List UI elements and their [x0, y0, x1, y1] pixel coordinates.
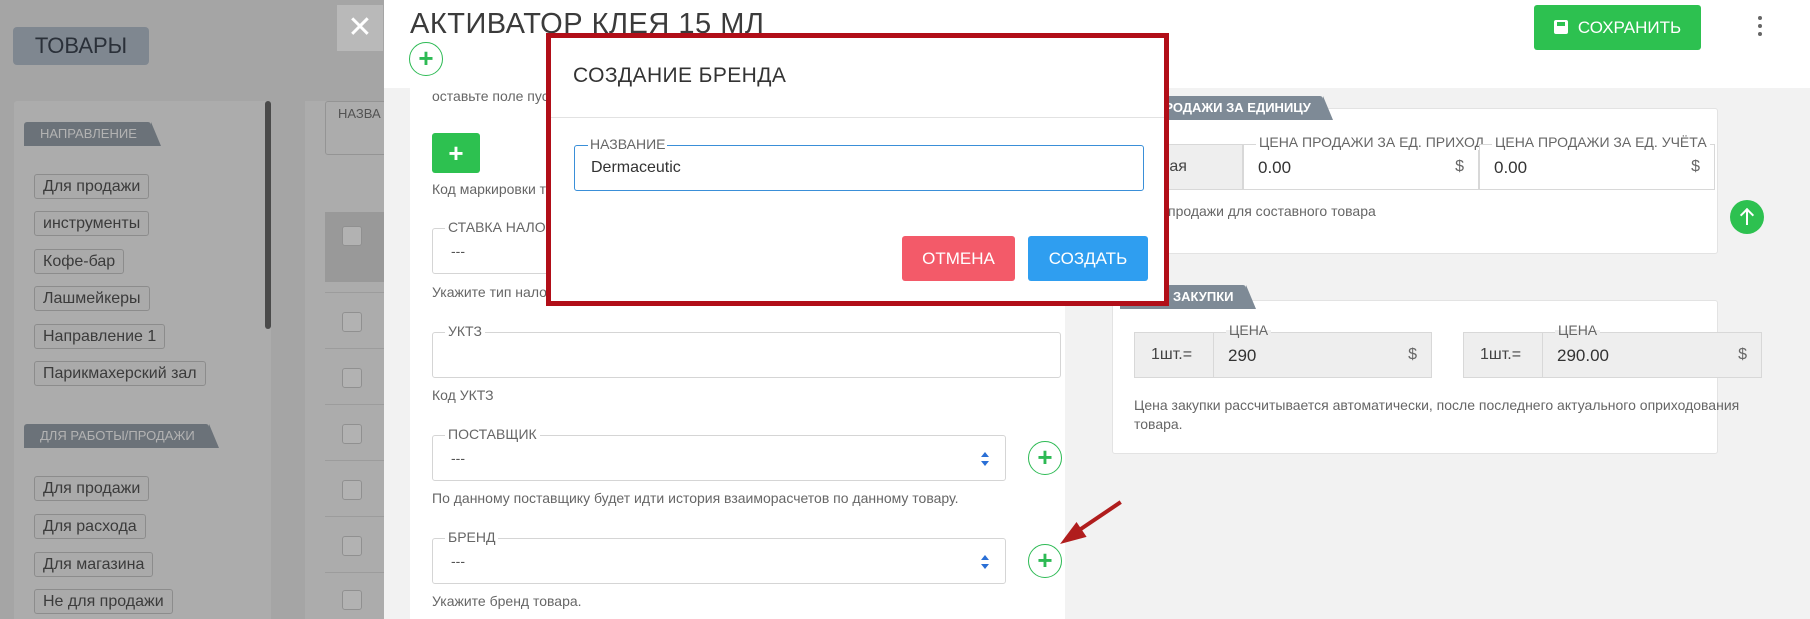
brand-name-value: Dermaceutic	[591, 159, 681, 176]
sale-price-accounting-label: ЦЕНА ПРОДАЖИ ЗА ЕД. УЧЁТА	[1492, 134, 1710, 150]
brand-label: БРЕНД	[445, 529, 499, 545]
sale-price-accounting-input[interactable]: ЦЕНА ПРОДАЖИ ЗА ЕД. УЧЁТА 0.00 $	[1479, 134, 1715, 190]
supplier-hint: По данному поставщику будет идти история…	[432, 490, 959, 506]
sale-price-accounting-value: 0.00	[1494, 158, 1528, 177]
dollar-icon: $	[1738, 346, 1747, 363]
brand-hint: Укажите бренд товара.	[432, 593, 582, 609]
close-icon[interactable]: ✕	[337, 5, 383, 51]
brand-select[interactable]: БРЕНД ---	[432, 529, 1006, 584]
purchase-price-accounting-input[interactable]: ЦЕНА 290.00 $	[1542, 322, 1762, 378]
sale-price-incoming-label: ЦЕНА ПРОДАЖИ ЗА ЕД. ПРИХОД	[1256, 134, 1488, 150]
unit-prefix: 1шт.=	[1463, 332, 1543, 378]
more-vertical-icon[interactable]	[1750, 14, 1770, 38]
purchase-price-hint-line1: Цена закупки рассчитывается автоматическ…	[1134, 397, 1740, 413]
cancel-button[interactable]: ОТМЕНА	[902, 236, 1015, 281]
tax-rate-label: СТАВКА НАЛОГ	[445, 219, 557, 235]
supplier-value: ---	[451, 450, 465, 466]
dollar-icon: $	[1455, 158, 1464, 175]
dollar-icon: $	[1691, 158, 1700, 175]
unit-prefix: 1шт.=	[1134, 332, 1214, 378]
purchase-price-input[interactable]: ЦЕНА 290 $	[1213, 322, 1432, 378]
tax-rate-hint: Укажите тип налог	[432, 284, 553, 300]
tax-rate-value: ---	[451, 243, 465, 259]
backdrop-overlay	[0, 0, 384, 619]
add-supplier-plus-icon[interactable]: +	[1028, 441, 1062, 475]
create-button[interactable]: СОЗДАТЬ	[1028, 236, 1148, 281]
purchase-price-value: 290	[1228, 346, 1257, 365]
create-brand-modal: СОЗДАНИЕ БРЕНДА НАЗВАНИЕ Dermaceutic ОТМ…	[546, 33, 1169, 306]
modal-divider	[551, 117, 1164, 118]
floppy-disk-icon	[1553, 20, 1568, 34]
supplier-select[interactable]: ПОСТАВЩИК ---	[432, 426, 1006, 481]
marking-code-hint: Код маркировки т	[432, 181, 547, 197]
uktz-input[interactable]: УКТЗ	[432, 323, 1061, 378]
plus-icon[interactable]: +	[409, 42, 443, 76]
uktz-hint: Код УКТЗ	[432, 387, 494, 403]
composite-price-hint: продажи для составного товара	[1168, 203, 1376, 219]
brand-name-label: НАЗВАНИЕ	[588, 136, 668, 152]
purchase-price-label: ЦЕНА	[1226, 322, 1272, 338]
brand-name-input[interactable]: НАЗВАНИЕ Dermaceutic	[574, 136, 1144, 191]
add-marking-button[interactable]: +	[432, 133, 480, 173]
uktz-label: УКТЗ	[445, 323, 485, 339]
add-brand-plus-icon[interactable]: +	[1028, 544, 1062, 578]
sale-price-incoming-value: 0.00	[1258, 158, 1292, 177]
supplier-label: ПОСТАВЩИК	[445, 426, 540, 442]
arrow-up-icon[interactable]	[1730, 200, 1764, 234]
save-button[interactable]: СОХРАНИТЬ	[1534, 5, 1701, 50]
empty-field-hint: оставьте поле пус	[432, 88, 549, 104]
save-button-label: СОХРАНИТЬ	[1577, 18, 1682, 37]
modal-title: СОЗДАНИЕ БРЕНДА	[573, 64, 787, 87]
select-arrows-icon	[981, 555, 989, 569]
purchase-price-accounting-label: ЦЕНА	[1555, 322, 1601, 338]
purchase-price-hint-line2: товара.	[1134, 416, 1183, 432]
sale-price-incoming-input[interactable]: ЦЕНА ПРОДАЖИ ЗА ЕД. ПРИХОД 0.00 $	[1243, 134, 1488, 190]
select-arrows-icon	[981, 452, 989, 466]
brand-value: ---	[451, 553, 465, 569]
purchase-price-accounting-value: 290.00	[1557, 346, 1609, 365]
dollar-icon: $	[1408, 346, 1417, 363]
